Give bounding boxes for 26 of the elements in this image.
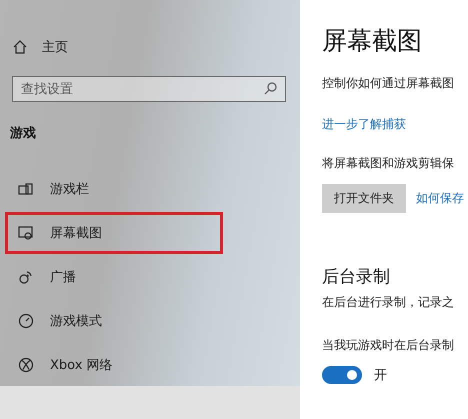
nav-item[interactable]: 游戏栏	[5, 168, 223, 210]
toggle-switch[interactable]	[322, 366, 362, 384]
learn-more-link[interactable]: 进一步了解捕获	[322, 116, 468, 133]
game-bar-icon	[18, 181, 34, 197]
setting-label: 当我玩游戏时在后台录制	[322, 337, 455, 354]
open-folder-button[interactable]: 打开文件夹	[322, 184, 406, 213]
save-help-link[interactable]: 如何保存	[416, 190, 464, 207]
nav-item[interactable]: 广播	[5, 256, 223, 298]
home-link[interactable]: 主页	[0, 36, 300, 58]
screen-capture-icon	[18, 225, 34, 241]
section-heading: 游戏	[10, 125, 37, 142]
search-icon	[264, 82, 277, 95]
save-location-text: 将屏幕截图和游戏剪辑保	[322, 155, 455, 172]
gauge-icon	[18, 313, 34, 329]
broadcast-icon	[18, 269, 34, 285]
nav-item[interactable]: 游戏模式	[5, 300, 223, 342]
home-icon	[12, 39, 28, 55]
xbox-icon	[18, 357, 34, 373]
nav-item[interactable]: 屏幕截图	[5, 212, 223, 254]
page-title: 屏幕截图	[322, 25, 423, 57]
toggle-label: 开	[374, 367, 387, 384]
nav-item[interactable]: Xbox 网络	[5, 344, 223, 386]
description-text: 在后台进行录制，记录之	[322, 294, 455, 311]
search-field[interactable]: 查找设置	[12, 76, 286, 102]
description-text: 控制你如何通过屏幕截图	[322, 75, 455, 92]
section-title: 后台录制	[322, 266, 391, 288]
